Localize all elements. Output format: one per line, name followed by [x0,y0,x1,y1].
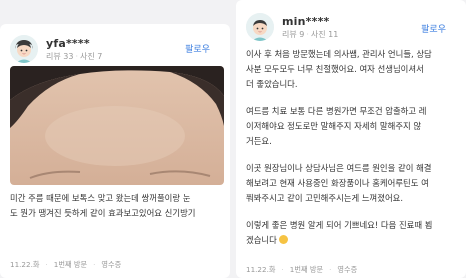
username[interactable]: yfa**** [46,37,102,50]
username[interactable]: min**** [282,15,338,28]
review-card: min**** 리뷰 9 · 사진 11 팔로우 이사 후 처음 방문했는데 의사쌤… [236,0,466,278]
review-line: 해보려고 현재 사용중인 화장품이나 홈케어루틴도 여 [246,178,429,188]
review-count: 리뷰 33 [46,51,74,61]
receipt-label: 영수증 [101,260,122,269]
review-count: 리뷰 9 [282,29,305,39]
follow-button[interactable]: 팔로우 [413,18,454,39]
review-line: 이곳 원장님이나 상담사님은 여드름 원인을 같이 해결 [246,163,432,173]
review-card: yfa**** 리뷰 33 · 사진 7 팔로우 미간 주름 때문에 보톡스 맞고 [0,24,230,278]
review-date: 11.22.화 [10,260,40,269]
receipt-label: 영수증 [337,265,358,274]
user-meta: min**** 리뷰 9 · 사진 11 [282,15,338,40]
review-date: 11.22.화 [246,265,276,274]
review-text: 미간 주름 때문에 보톡스 맞고 왔는데 쌍꺼풀이랑 눈 도 뭔가 땡겨진 듯하… [10,191,224,221]
review-paragraph: 여드름 치료 보통 다른 병원가면 무조건 압출하고 레 이저해야요 정도로만 … [246,104,460,149]
review-photo[interactable] [10,66,224,185]
review-line: 미간 주름 때문에 보톡스 맞고 왔는데 쌍꺼풀이랑 눈 [10,193,191,203]
review-footer: 11.22.화 · 1번째 방문 · 영수증 [246,265,358,274]
review-line: 이사 후 처음 방문했는데 의사쌤, 관리사 언니들, 상담 [246,49,432,59]
review-line-text: 겠습니다 [246,235,277,245]
review-line: 여드름 치료 보통 다른 병원가면 무조건 압출하고 레 [246,106,427,116]
review-line: 쭤봐주시고 같이 고민해주시는게 느껴졌어요. [246,193,404,203]
smile-emoji-icon [278,235,288,244]
review-header: min**** 리뷰 9 · 사진 11 [246,13,338,41]
user-stats: 리뷰 9 · 사진 11 [282,29,339,39]
review-paragraph: 이곳 원장님이나 상담사님은 여드름 원인을 같이 해결 해보려고 현재 사용중… [246,161,460,206]
photo-count: 사진 11 [310,29,339,39]
avatar-icon[interactable] [246,13,274,41]
review-line: 이렇게 좋은 병원 알게 되어 기쁘네요! 다음 진료때 뵙 [246,220,433,230]
review-paragraph: 이사 후 처음 방문했는데 의사쌤, 관리사 언니들, 상담 사분 모두모두 너… [246,47,460,92]
review-footer: 11.22.화 · 1번째 방문 · 영수증 [10,260,122,269]
user-meta: yfa**** 리뷰 33 · 사진 7 [46,37,102,62]
visit-count: 1번째 방문 [289,265,324,274]
review-line: 사분 모두모두 너무 친절했어요. 여자 선생님이셔서 [246,64,424,74]
review-line: 이저해야요 정도로만 말해주지 자세히 말해주지 않 [246,121,422,131]
review-line: 겠습니다 [246,233,460,248]
review-text: 이사 후 처음 방문했는데 의사쌤, 관리사 언니들, 상담 사분 모두모두 너… [246,47,460,248]
review-header: yfa**** 리뷰 33 · 사진 7 [10,35,102,63]
visit-count: 1번째 방문 [53,260,88,269]
photo-count: 사진 7 [80,51,103,61]
review-line: 더 좋았습니다. [246,79,298,89]
user-stats: 리뷰 33 · 사진 7 [46,51,103,61]
review-line: 거든요. [246,136,272,146]
avatar-icon[interactable] [10,35,38,63]
review-line: 도 뭔가 땡겨진 듯하게 같이 효과보고있어요 신기방기 [10,208,196,218]
follow-button[interactable]: 팔로우 [177,38,218,59]
review-paragraph: 이렇게 좋은 병원 알게 되어 기쁘네요! 다음 진료때 뵙 겠습니다 [246,218,460,248]
